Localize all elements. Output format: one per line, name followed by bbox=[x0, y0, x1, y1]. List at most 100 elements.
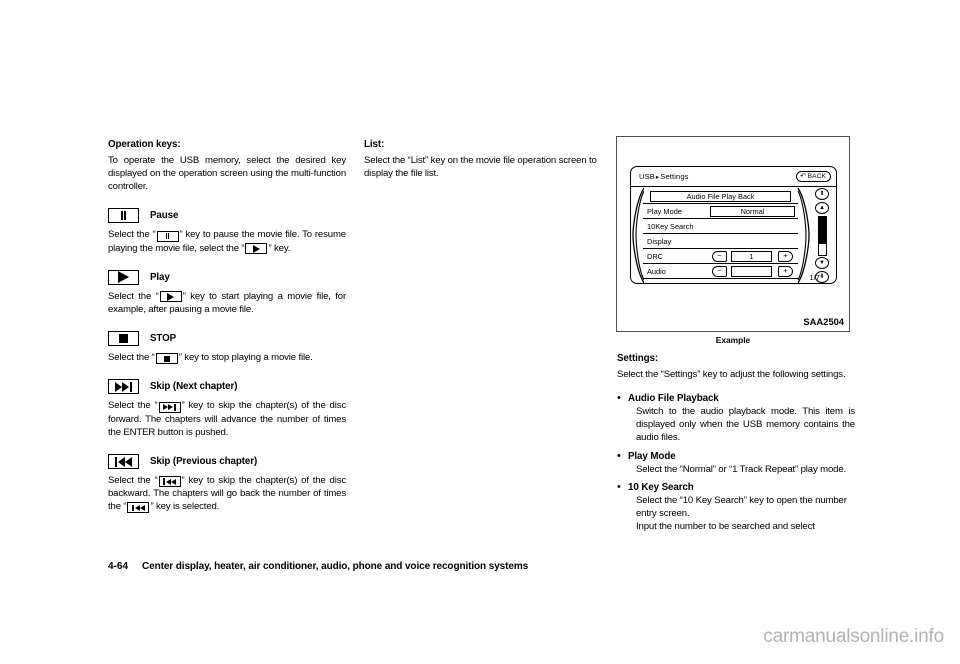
nav-list-area: Audio File Play Back Play Mode Normal 10… bbox=[631, 187, 836, 283]
operation-keys-intro: To operate the USB memory, select the de… bbox=[108, 155, 346, 193]
settings-row-display[interactable]: Display bbox=[643, 234, 798, 249]
figure-example-caption: Example bbox=[715, 335, 751, 345]
settings-row-play-mode[interactable]: Play Mode Normal bbox=[643, 204, 798, 219]
bullet-title-play-mode: Play Mode bbox=[628, 450, 676, 462]
skip-next-icon bbox=[108, 379, 139, 395]
bullet-body-10-key-search: Select the “10 Key Search” key to open t… bbox=[636, 494, 847, 519]
back-arrow-icon: ↶ bbox=[800, 173, 807, 180]
list-text: Select the “List” key on the movie file … bbox=[364, 155, 597, 180]
scroll-control-column: ⬆ ▲ ▼ ⬇ bbox=[812, 188, 836, 283]
10key-search-label: 10Key Search bbox=[647, 221, 694, 231]
bullet-audio-file-playback: • Audio File Playback Switch to the audi… bbox=[617, 392, 855, 444]
breadcrumb-root: USB bbox=[639, 172, 655, 181]
manual-page: Operation keys: To operate the USB memor… bbox=[0, 0, 960, 664]
column-two: List: Select the “List” key on the movie… bbox=[364, 138, 602, 180]
settings-heading: Settings: bbox=[617, 353, 659, 364]
pause-icon-inline bbox=[156, 230, 179, 242]
bullet-dot-icon: • bbox=[617, 449, 621, 462]
display-label: Display bbox=[647, 236, 672, 246]
footer-page-number: 4-64 bbox=[108, 561, 129, 572]
bullet-dot-icon: • bbox=[617, 480, 621, 493]
stop-icon-inline bbox=[155, 353, 178, 365]
bullet-title-audio-file-playback: Audio File Playback bbox=[628, 393, 719, 405]
settings-row-10key-search[interactable]: 10Key Search bbox=[643, 219, 798, 234]
key-block-pause: Pause bbox=[108, 208, 346, 224]
play-text-before: Select the “ bbox=[108, 290, 159, 302]
key-block-stop: STOP bbox=[108, 330, 346, 346]
play-icon-inline bbox=[245, 243, 268, 255]
bullet-head: • 10 Key Search bbox=[617, 481, 855, 494]
skip-prev-text-before: Select the “ bbox=[108, 475, 158, 487]
column-one: Operation keys: To operate the USB memor… bbox=[108, 138, 346, 514]
bullet-play-mode: • Play Mode Select the “Normal” or “1 Tr… bbox=[617, 450, 855, 476]
figure-id-caption: SAA2504 bbox=[803, 316, 844, 327]
watermark: carmanualsonline.info bbox=[763, 626, 944, 647]
audio-value-field[interactable] bbox=[731, 265, 772, 277]
bracket-right-decoration bbox=[797, 187, 810, 283]
stop-icon bbox=[108, 330, 139, 346]
nav-screen-illustration: USB▸Settings ↶ BACK Audio File Play Back… bbox=[630, 166, 837, 284]
play-icon-inline bbox=[159, 291, 182, 303]
key-block-skip-previous: Skip (Previous chapter) bbox=[108, 454, 346, 470]
column-three: Settings: Select the “Settings” key to a… bbox=[617, 352, 855, 533]
scrollbar-track[interactable] bbox=[818, 216, 827, 256]
key-label-skip-next: Skip (Next chapter) bbox=[150, 381, 238, 393]
skip-next-text-before: Select the “ bbox=[108, 400, 158, 412]
nav-titlebar: USB▸Settings ↶ BACK bbox=[631, 167, 836, 187]
bullet-10-key-search: • 10 Key Search Select the “10 Key Searc… bbox=[617, 481, 855, 533]
drc-value-field[interactable]: 1 bbox=[731, 250, 772, 262]
skip-next-icon-inline bbox=[158, 401, 181, 413]
operation-keys-heading: Operation keys: bbox=[108, 139, 181, 150]
drc-label: DRC bbox=[647, 251, 664, 261]
bullet-title-10-key-search: 10 Key Search bbox=[628, 481, 694, 493]
scroll-up-button[interactable]: ▲ bbox=[815, 202, 829, 214]
key-block-skip-next: Skip (Next chapter) bbox=[108, 379, 346, 395]
key-desc-play: Select the “” key to start playing a mov… bbox=[108, 290, 346, 316]
skip-previous-icon-inline bbox=[158, 476, 181, 488]
audio-decrement-button[interactable]: − bbox=[712, 265, 727, 277]
key-label-skip-previous: Skip (Previous chapter) bbox=[150, 456, 258, 468]
settings-row-audio-file-playback[interactable]: Audio File Play Back bbox=[643, 189, 798, 204]
key-desc-stop: Select the “ ” key to stop playing a movi… bbox=[108, 351, 346, 365]
back-button[interactable]: ↶ BACK bbox=[796, 171, 831, 182]
list-heading: List: bbox=[364, 139, 385, 150]
settings-row-audio[interactable]: Audio − + bbox=[643, 264, 798, 279]
bullet-body-play-mode: Select the “Normal” or “1 Track Repeat” … bbox=[636, 463, 847, 475]
key-desc-skip-next: Select the “” key to skip the chapter(s)… bbox=[108, 399, 346, 439]
audio-file-playback-field[interactable]: Audio File Play Back bbox=[650, 190, 791, 202]
play-mode-value-field[interactable]: Normal bbox=[710, 205, 795, 217]
pause-text-after: ” key. bbox=[268, 242, 291, 254]
key-label-pause: Pause bbox=[150, 210, 179, 222]
page-footer: 4-64 Center display, heater, air conditi… bbox=[108, 561, 528, 572]
scroll-down-button[interactable]: ▼ bbox=[815, 257, 829, 269]
bullet-body-10-key-search-cont: Input the number to be searched and sele… bbox=[636, 521, 815, 533]
audio-increment-button[interactable]: + bbox=[778, 265, 793, 277]
bullet-head: • Audio File Playback bbox=[617, 392, 855, 405]
drc-decrement-button[interactable]: − bbox=[712, 250, 727, 262]
settings-list: Audio File Play Back Play Mode Normal 10… bbox=[643, 189, 798, 279]
key-desc-skip-previous: Select the “” key to skip the chapter(s)… bbox=[108, 474, 346, 514]
stop-text-after: ” key to stop playing a movie file. bbox=[178, 351, 313, 363]
scroll-top-button[interactable]: ⬆ bbox=[815, 188, 829, 200]
play-icon bbox=[108, 269, 139, 285]
drc-increment-button[interactable]: + bbox=[778, 250, 793, 262]
scrollbar-thumb[interactable] bbox=[819, 217, 826, 244]
play-mode-label: Play Mode bbox=[647, 206, 682, 216]
pause-icon bbox=[108, 208, 139, 224]
skip-previous-icon bbox=[108, 454, 139, 470]
breadcrumb-leaf: Settings bbox=[660, 172, 689, 181]
back-button-label: BACK bbox=[807, 173, 826, 180]
figure-frame: USB▸Settings ↶ BACK Audio File Play Back… bbox=[616, 136, 850, 332]
skip-prev-text-after: ” key is selected. bbox=[150, 501, 220, 513]
pause-text-before: Select the “ bbox=[108, 229, 156, 241]
audio-label: Audio bbox=[647, 266, 666, 276]
key-block-play: Play bbox=[108, 269, 346, 285]
bullet-dot-icon: • bbox=[617, 392, 621, 405]
settings-row-drc[interactable]: DRC − 1 + bbox=[643, 249, 798, 264]
key-desc-pause: Select the “” key to pause the movie fil… bbox=[108, 228, 346, 255]
